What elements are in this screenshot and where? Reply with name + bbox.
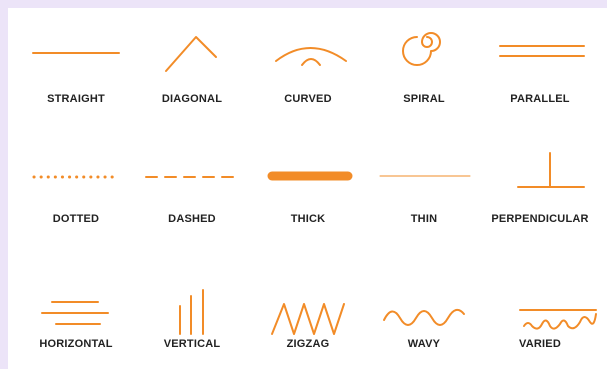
line-type-varied: VARIED bbox=[480, 258, 600, 368]
line-type-spiral: SPIRAL bbox=[364, 13, 484, 123]
line-type-straight: STRAIGHT bbox=[16, 13, 136, 123]
thick-line-icon bbox=[267, 171, 353, 181]
thin-line-icon bbox=[379, 175, 471, 177]
line-type-label: DOTTED bbox=[52, 213, 100, 225]
line-type-label: PERPENDICULAR bbox=[491, 213, 589, 225]
line-type-dotted: DOTTED bbox=[16, 133, 136, 243]
line-type-diagonal: DIAGONAL bbox=[132, 13, 252, 123]
line-type-label: HORIZONTAL bbox=[39, 338, 113, 350]
line-type-thin: THIN bbox=[364, 133, 484, 243]
line-types-chart: STRAIGHT DIAGONAL CURVED SPIRAL PARALLEL… bbox=[8, 8, 607, 369]
line-type-perpendicular: PERPENDICULAR bbox=[480, 133, 600, 243]
line-type-label: WAVY bbox=[407, 338, 441, 350]
line-type-parallel: PARALLEL bbox=[480, 13, 600, 123]
dotted-line-icon bbox=[32, 175, 118, 179]
line-type-thick: THICK bbox=[248, 133, 368, 243]
dashed-line-icon bbox=[145, 176, 237, 178]
vertical-lines-icon bbox=[179, 289, 204, 335]
curved-line-icon bbox=[275, 47, 347, 66]
line-type-label: THIN bbox=[410, 213, 438, 225]
parallel-lines-icon bbox=[499, 45, 585, 57]
line-type-dashed: DASHED bbox=[132, 133, 252, 243]
line-type-label: ZIGZAG bbox=[286, 338, 330, 350]
line-type-horizontal: HORIZONTAL bbox=[16, 258, 136, 368]
varied-line-icon bbox=[519, 309, 597, 330]
line-type-curved: CURVED bbox=[248, 13, 368, 123]
line-type-label: THICK bbox=[290, 213, 326, 225]
wavy-line-icon bbox=[383, 308, 465, 326]
line-type-wavy: WAVY bbox=[364, 258, 484, 368]
line-type-label: DASHED bbox=[168, 213, 216, 225]
horizontal-lines-icon bbox=[41, 301, 109, 325]
perpendicular-lines-icon bbox=[517, 152, 585, 188]
line-type-label: VERTICAL bbox=[163, 338, 221, 350]
spiral-line-icon bbox=[402, 32, 441, 66]
line-type-label: CURVED bbox=[284, 93, 332, 105]
line-type-vertical: VERTICAL bbox=[132, 258, 252, 368]
line-type-label: DIAGONAL bbox=[161, 93, 223, 105]
line-type-label: SPIRAL bbox=[403, 93, 445, 105]
zigzag-line-icon bbox=[271, 303, 345, 335]
diagonal-line-icon bbox=[165, 36, 217, 72]
line-type-label: VARIED bbox=[519, 338, 561, 350]
straight-line-icon bbox=[32, 52, 120, 54]
line-type-label: STRAIGHT bbox=[47, 93, 105, 105]
line-type-label: PARALLEL bbox=[510, 93, 570, 105]
line-type-zigzag: ZIGZAG bbox=[248, 258, 368, 368]
